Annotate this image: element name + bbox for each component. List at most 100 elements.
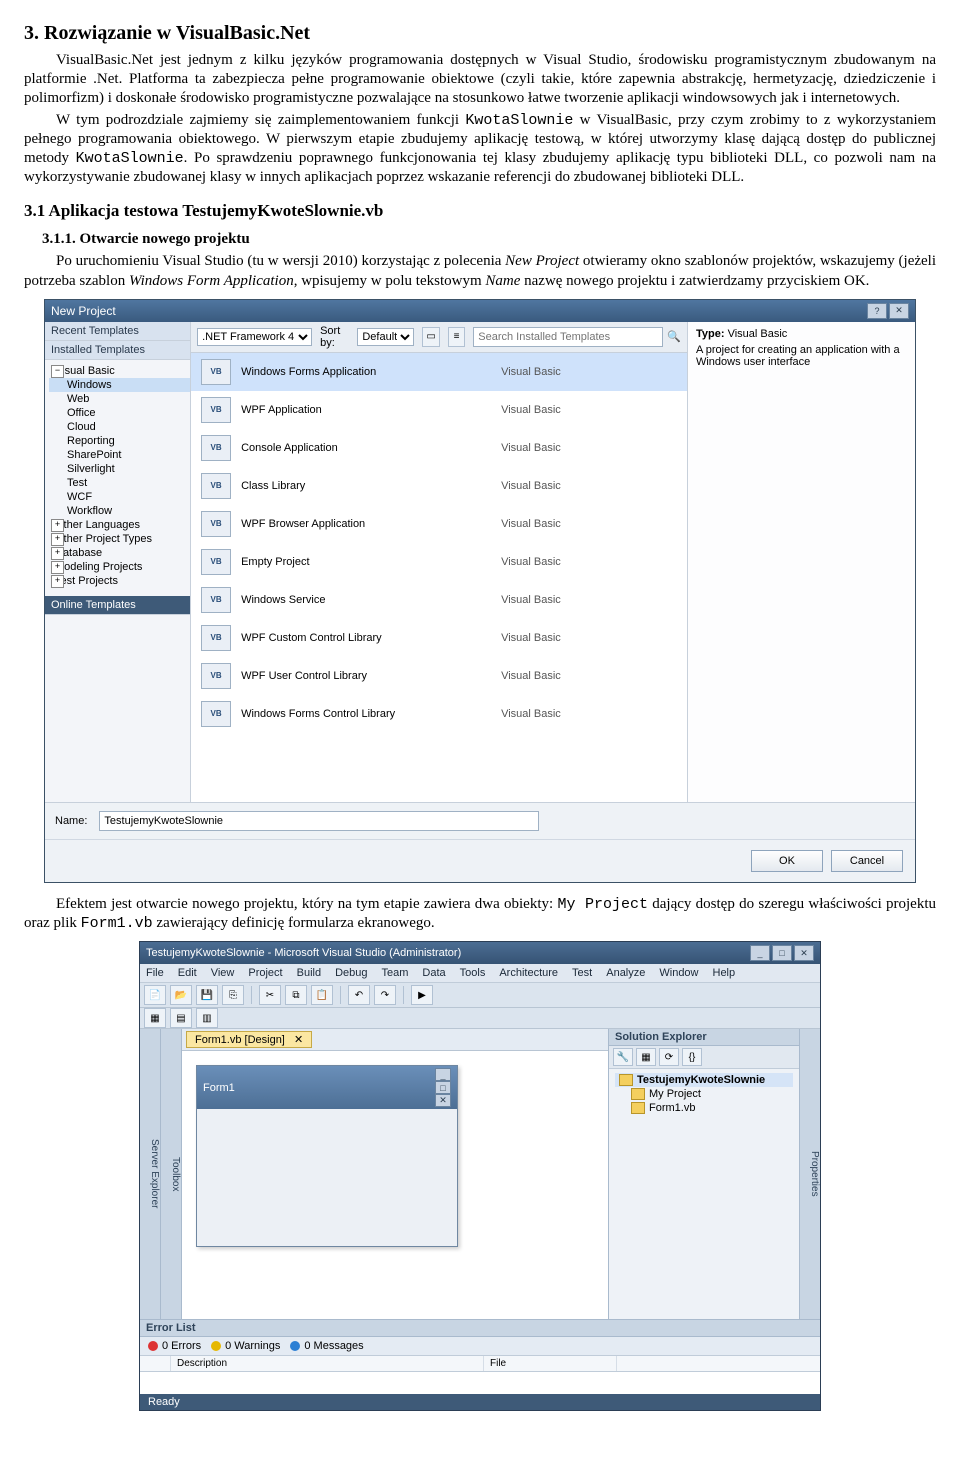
tree-toggle-icon[interactable]: + — [51, 575, 64, 588]
online-templates-header[interactable]: Online Templates — [45, 596, 190, 615]
error-filter[interactable]: 0 Warnings — [211, 1340, 280, 1352]
solution-explorer-header[interactable]: Solution Explorer — [609, 1029, 799, 1046]
error-filter[interactable]: 0 Messages — [290, 1340, 363, 1352]
align-icon[interactable]: ▥ — [196, 1008, 218, 1028]
open-icon[interactable]: 📂 — [170, 985, 192, 1005]
document-tab-form1[interactable]: Form1.vb [Design] ✕ — [186, 1031, 312, 1048]
menu-item[interactable]: Data — [420, 966, 447, 980]
align-icon[interactable]: ▤ — [170, 1008, 192, 1028]
column-header[interactable]: File — [484, 1356, 617, 1371]
tree-item[interactable]: +Test Projects — [49, 574, 190, 588]
menu-item[interactable]: Test — [570, 966, 594, 980]
dialog-titlebar[interactable]: New Project ? ✕ — [45, 300, 915, 322]
save-icon[interactable]: 💾 — [196, 985, 218, 1005]
tree-item[interactable]: +Database — [49, 546, 190, 560]
framework-select[interactable]: .NET Framework 4 — [197, 328, 312, 346]
new-project-icon[interactable]: 📄 — [144, 985, 166, 1005]
menu-item[interactable]: Debug — [333, 966, 369, 980]
solution-item[interactable]: Form1.vb — [615, 1101, 793, 1115]
menu-item[interactable]: Edit — [176, 966, 199, 980]
close-button[interactable]: ✕ — [889, 303, 909, 319]
vs-titlebar[interactable]: TestujemyKwoteSlownie - Microsoft Visual… — [140, 942, 820, 964]
solution-item[interactable]: My Project — [615, 1087, 793, 1101]
search-icon[interactable]: 🔍 — [667, 330, 681, 343]
tree-item[interactable]: +Modeling Projects — [49, 560, 190, 574]
help-button[interactable]: ? — [867, 303, 887, 319]
error-list-header[interactable]: Error List — [140, 1320, 820, 1337]
view-small-icon[interactable]: ≡ — [448, 327, 465, 347]
search-input[interactable] — [473, 327, 663, 347]
start-debug-icon[interactable]: ▶ — [411, 985, 433, 1005]
save-all-icon[interactable]: ⎘ — [222, 985, 244, 1005]
view-medium-icon[interactable]: ▭ — [422, 327, 439, 347]
solution-root[interactable]: TestujemyKwoteSlownie — [615, 1073, 793, 1087]
refresh-icon[interactable]: ⟳ — [659, 1048, 679, 1066]
menu-item[interactable]: Architecture — [497, 966, 560, 980]
menu-item[interactable]: Analyze — [604, 966, 647, 980]
properties-tab[interactable]: Properties — [799, 1029, 820, 1319]
template-row[interactable]: VBWPF Browser ApplicationVisual Basic — [191, 505, 687, 543]
undo-icon[interactable]: ↶ — [348, 985, 370, 1005]
server-explorer-tab[interactable]: Server Explorer — [140, 1029, 161, 1319]
align-icon[interactable]: ▦ — [144, 1008, 166, 1028]
menu-item[interactable]: Help — [711, 966, 738, 980]
tree-item-visual-basic[interactable]: − Visual Basic — [49, 364, 190, 378]
tree-toggle-icon[interactable]: + — [51, 533, 64, 546]
tree-toggle-icon[interactable]: + — [51, 561, 64, 574]
close-icon[interactable]: ✕ — [294, 1034, 303, 1046]
tree-item[interactable]: +Other Project Types — [49, 532, 190, 546]
template-row[interactable]: VBWindows Forms Control LibraryVisual Ba… — [191, 695, 687, 733]
template-row[interactable]: VBWPF ApplicationVisual Basic — [191, 391, 687, 429]
menu-item[interactable]: Tools — [458, 966, 488, 980]
tree-item[interactable]: Web — [49, 392, 190, 406]
properties-icon[interactable]: 🔧 — [613, 1048, 633, 1066]
recent-templates-header[interactable]: Recent Templates — [45, 322, 190, 341]
template-row[interactable]: VBWindows ServiceVisual Basic — [191, 581, 687, 619]
template-row[interactable]: VBWPF Custom Control LibraryVisual Basic — [191, 619, 687, 657]
template-row[interactable]: VBClass LibraryVisual Basic — [191, 467, 687, 505]
view-code-icon[interactable]: {} — [682, 1048, 702, 1066]
tree-item[interactable]: Silverlight — [49, 462, 190, 476]
template-row[interactable]: VBConsole ApplicationVisual Basic — [191, 429, 687, 467]
menu-item[interactable]: Team — [380, 966, 411, 980]
tree-item[interactable]: Test — [49, 476, 190, 490]
minimize-button[interactable]: _ — [750, 945, 770, 961]
tree-item[interactable]: Windows — [49, 378, 190, 392]
form-designer[interactable]: Form1 _ □ ✕ — [182, 1051, 608, 1319]
cut-icon[interactable]: ✂ — [259, 985, 281, 1005]
redo-icon[interactable]: ↷ — [374, 985, 396, 1005]
tree-item[interactable]: WCF — [49, 490, 190, 504]
tree-item[interactable]: SharePoint — [49, 448, 190, 462]
paste-icon[interactable]: 📋 — [311, 985, 333, 1005]
tree-toggle-icon[interactable]: + — [51, 547, 64, 560]
menu-item[interactable]: Build — [295, 966, 323, 980]
column-header[interactable]: Description — [171, 1356, 484, 1371]
error-filter[interactable]: 0 Errors — [148, 1340, 201, 1352]
designer-form[interactable]: Form1 _ □ ✕ — [196, 1065, 458, 1247]
close-button[interactable]: ✕ — [794, 945, 814, 961]
cancel-button[interactable]: Cancel — [831, 850, 903, 872]
tree-item[interactable]: Cloud — [49, 420, 190, 434]
show-all-icon[interactable]: ▦ — [636, 1048, 656, 1066]
menu-item[interactable]: Window — [657, 966, 700, 980]
tree-toggle-icon[interactable]: − — [51, 365, 64, 378]
menu-item[interactable]: View — [209, 966, 237, 980]
toolbox-tab[interactable]: Toolbox — [161, 1029, 182, 1319]
tree-item[interactable]: +Other Languages — [49, 518, 190, 532]
maximize-button[interactable]: □ — [772, 945, 792, 961]
column-header[interactable] — [140, 1356, 171, 1371]
menu-item[interactable]: File — [144, 966, 166, 980]
ok-button[interactable]: OK — [751, 850, 823, 872]
project-name-input[interactable] — [99, 811, 539, 831]
sort-select[interactable]: Default — [357, 328, 414, 346]
template-row[interactable]: VBEmpty ProjectVisual Basic — [191, 543, 687, 581]
template-row[interactable]: VBWindows Forms ApplicationVisual Basic — [191, 353, 687, 391]
tree-item[interactable]: Office — [49, 406, 190, 420]
installed-templates-header[interactable]: Installed Templates — [45, 341, 190, 360]
copy-icon[interactable]: ⧉ — [285, 985, 307, 1005]
tree-item[interactable]: Workflow — [49, 504, 190, 518]
template-row[interactable]: VBWPF User Control LibraryVisual Basic — [191, 657, 687, 695]
menu-item[interactable]: Project — [246, 966, 284, 980]
tree-item[interactable]: Reporting — [49, 434, 190, 448]
tree-toggle-icon[interactable]: + — [51, 519, 64, 532]
